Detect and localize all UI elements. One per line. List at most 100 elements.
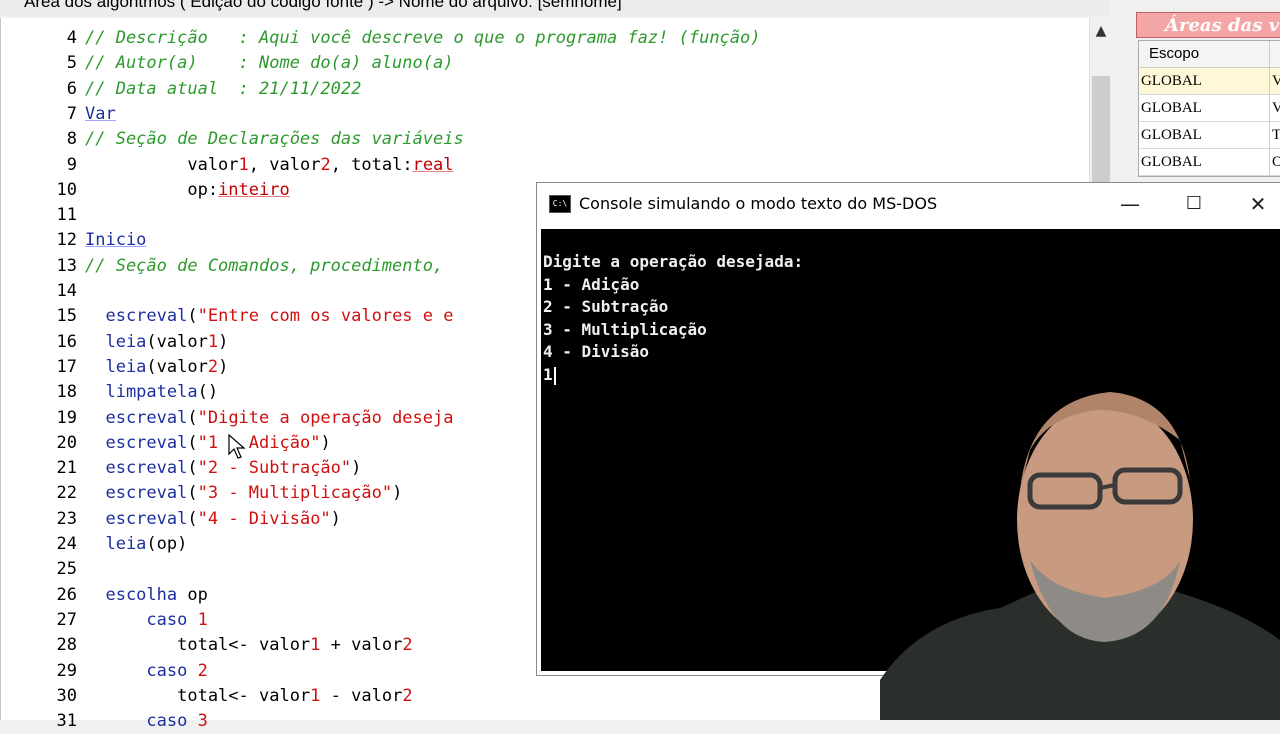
console-titlebar[interactable]: C:\ Console simulando o modo texto do MS… [537, 183, 1280, 227]
code-token: caso [85, 609, 188, 630]
code-token: "Entre com os valores e e [197, 306, 454, 327]
code-token: Var [85, 103, 116, 124]
code-line[interactable]: escolha op [85, 583, 207, 608]
name-cell: V [1269, 68, 1280, 94]
line-number: 13 [56, 255, 77, 276]
line-number: 31 [56, 711, 77, 732]
code-line[interactable]: leia(valor1) [85, 330, 228, 355]
code-token: ) [330, 508, 341, 529]
code-token: 1 [310, 635, 321, 656]
code-token: ( [187, 483, 198, 504]
variables-panel-title: Áreas das v [1136, 12, 1280, 38]
code-token: 2 [402, 635, 413, 656]
code-line[interactable]: escreval("3 - Multiplicação") [85, 481, 402, 506]
scrollbar-thumb[interactable] [1092, 76, 1110, 186]
code-token: 1 [310, 685, 321, 706]
code-line[interactable]: limpatela() [85, 380, 218, 405]
line-number: 28 [56, 635, 77, 656]
line-number: 16 [56, 331, 77, 352]
table-row[interactable]: GLOBAL O [1139, 149, 1280, 176]
code-line[interactable]: leia(op) [85, 532, 187, 557]
line-number: 5 [66, 53, 77, 74]
code-line[interactable]: // Autor(a) : Nome do(a) aluno(a) [85, 51, 453, 76]
console-output-line: 2 - Subtração [543, 297, 669, 317]
line-number: 22 [56, 483, 77, 504]
code-line[interactable]: total<- valor1 - valor2 [85, 684, 413, 709]
code-token: op: [85, 179, 219, 200]
webcam-overlay [880, 380, 1280, 720]
close-button[interactable]: ✕ [1235, 189, 1280, 219]
code-line[interactable]: caso 3 [85, 709, 207, 734]
code-line[interactable]: escreval("4 - Divisão") [85, 507, 341, 532]
code-line[interactable]: valor1, valor2, total:real [85, 153, 454, 178]
code-line[interactable]: Var [85, 102, 116, 127]
minimize-button[interactable]: — [1107, 189, 1153, 219]
code-line[interactable]: escreval("1 - Adição") [85, 431, 331, 456]
code-token: ) [218, 331, 229, 352]
code-line[interactable]: Inicio [85, 228, 146, 253]
code-token: // Seção de Declarações das variáveis [85, 129, 464, 150]
maximize-button[interactable]: ☐ [1171, 189, 1217, 219]
code-token: () [197, 382, 219, 403]
code-line[interactable]: op:inteiro [85, 178, 289, 203]
table-header[interactable]: Escopo [1139, 41, 1280, 68]
line-number: 14 [56, 281, 77, 301]
line-number: 17 [56, 356, 77, 377]
code-token: escreval [85, 483, 188, 504]
code-token: ) [320, 432, 331, 453]
code-token: ) [218, 356, 229, 377]
code-line[interactable]: // Seção de Declarações das variáveis [85, 127, 464, 152]
code-line[interactable]: // Seção de Comandos, procedimento, [85, 254, 453, 279]
code-line[interactable]: escreval("Entre com os valores e e [85, 304, 453, 329]
code-line[interactable]: escreval("2 - Subtração") [85, 456, 361, 481]
code-token: leia [85, 331, 147, 352]
table-row[interactable]: GLOBAL T [1139, 122, 1280, 149]
code-token: (valor [146, 331, 208, 352]
code-token: Inicio [85, 230, 147, 251]
code-line[interactable]: // Descrição : Aqui você descreve o que … [85, 26, 761, 51]
code-token: - valor [320, 685, 403, 706]
variables-table: Escopo GLOBAL V GLOBAL V GLOBAL T GLOBAL O [1138, 40, 1280, 177]
code-token: ( [187, 407, 198, 428]
name-cell: O [1269, 149, 1280, 175]
code-token: 2 [402, 685, 413, 706]
column-divider [1269, 41, 1270, 67]
code-token: 2 [197, 660, 208, 681]
scroll-up-icon[interactable]: ▲ [1090, 20, 1112, 42]
variables-rows: GLOBAL V GLOBAL V GLOBAL T GLOBAL O [1139, 68, 1280, 176]
code-line[interactable]: // Data atual : 21/11/2022 [85, 77, 361, 102]
code-token: escreval [85, 432, 188, 453]
console-title: Console simulando o modo texto do MS-DOS [579, 194, 938, 213]
line-number: 7 [66, 103, 77, 124]
console-output-line: Digite a operação desejada: [543, 252, 804, 271]
line-number: 6 [66, 78, 77, 99]
window-title: Área dos algoritmos ( Edição do código f… [0, 0, 1110, 16]
scope-column-header: Escopo [1149, 45, 1200, 62]
line-number: 15 [56, 306, 77, 327]
line-number: 27 [56, 609, 77, 630]
scope-cell: GLOBAL [1141, 154, 1202, 170]
mouse-cursor-icon [228, 433, 246, 464]
line-number: 23 [56, 508, 77, 529]
line-number: 24 [56, 534, 77, 554]
line-number: 9 [66, 154, 77, 175]
code-line[interactable]: caso 2 [85, 659, 208, 684]
code-token: escreval [85, 306, 188, 327]
code-token: ( [187, 306, 198, 327]
code-line[interactable]: leia(valor2) [85, 355, 228, 380]
console-output-line: 4 - Divisão [543, 342, 649, 362]
code-token: // Descrição : Aqui você descreve o que … [85, 28, 761, 48]
code-token: escreval [85, 407, 188, 428]
code-token: "Digite a operação deseja [197, 407, 454, 428]
code-line[interactable]: escreval("Digite a operação deseja [85, 406, 453, 431]
code-token: real [412, 154, 454, 175]
table-row[interactable]: GLOBAL V [1139, 68, 1280, 95]
code-line[interactable]: total<- valor1 + valor2 [85, 633, 413, 658]
code-token: ( [187, 432, 198, 453]
table-row[interactable]: GLOBAL V [1139, 95, 1280, 122]
code-token: // Autor(a) : Nome do(a) aluno(a) [85, 53, 454, 74]
code-line[interactable]: caso 1 [85, 608, 207, 633]
